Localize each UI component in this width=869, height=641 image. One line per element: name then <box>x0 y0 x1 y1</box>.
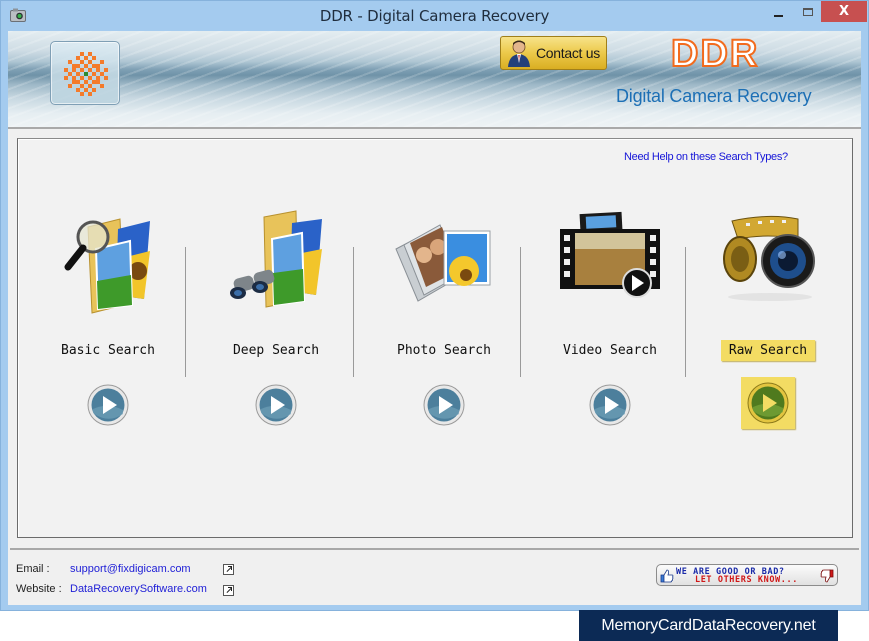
maximize-icon <box>803 7 813 16</box>
folder-binoculars-icon <box>230 210 322 308</box>
email-link[interactable]: support@fixdigicam.com <box>70 563 191 575</box>
banner-divider <box>8 127 861 129</box>
photo-stack-icon <box>395 224 491 302</box>
support-person-icon <box>508 40 530 67</box>
open-website-icon[interactable] <box>223 585 234 596</box>
play-button-deep[interactable] <box>255 384 297 426</box>
title-bar[interactable]: DDR - Digital Camera Recovery X <box>1 1 868 31</box>
film-camera-lens-icon <box>723 215 815 301</box>
window-title: DDR - Digital Camera Recovery <box>319 7 550 25</box>
product-name: Digital Camera Recovery <box>616 86 812 106</box>
app-window: DDR - Digital Camera Recovery X Contact … <box>0 0 869 611</box>
thumbs-down-icon <box>820 569 834 583</box>
search-types-panel: Need Help on these Search Types? Basic S… <box>17 138 853 538</box>
brand-logo: DDR <box>670 32 760 76</box>
folder-magnifier-icon <box>64 218 150 314</box>
contact-us-button[interactable]: Contact us <box>500 36 607 70</box>
footer-divider <box>10 548 859 550</box>
play-button-basic[interactable] <box>87 384 129 426</box>
thumbs-up-icon <box>660 569 674 583</box>
column-divider <box>185 247 186 377</box>
search-option-label: Deep Search <box>232 343 320 358</box>
minimize-icon <box>773 14 783 17</box>
search-option-label: Photo Search <box>397 343 491 358</box>
search-option-label: Basic Search <box>61 343 155 358</box>
app-logo <box>50 41 120 105</box>
website-label: Website : <box>16 583 62 595</box>
video-film-icon <box>560 211 660 298</box>
raw-search-highlight: Raw Search <box>720 340 816 361</box>
column-divider <box>520 247 521 377</box>
website-link[interactable]: DataRecoverySoftware.com <box>70 583 207 595</box>
watermark-banner: MemoryCardDataRecovery.net <box>579 610 838 641</box>
email-label: Email : <box>16 563 50 575</box>
open-email-icon[interactable] <box>223 564 234 575</box>
search-option-label: Video Search <box>563 343 657 358</box>
minimize-button[interactable] <box>764 1 792 22</box>
search-option-label: Raw Search <box>684 340 852 361</box>
close-button[interactable]: X <box>821 1 867 22</box>
search-option-photo: Photo Search <box>360 199 528 439</box>
client-area: Contact us DDR Digital Camera Recovery N… <box>8 31 861 605</box>
search-option-raw: Raw Search <box>684 199 852 439</box>
close-icon: X <box>838 4 850 19</box>
contact-us-label: Contact us <box>536 45 600 61</box>
play-button-raw[interactable] <box>741 377 795 429</box>
column-divider <box>353 247 354 377</box>
help-search-types-link[interactable]: Need Help on these Search Types? <box>624 151 788 163</box>
play-button-video[interactable] <box>589 384 631 426</box>
header-banner: Contact us DDR Digital Camera Recovery <box>8 31 861 127</box>
rating-line2: LET OTHERS KNOW... <box>695 575 798 585</box>
play-icon <box>747 382 789 424</box>
search-option-video: Video Search <box>526 199 694 439</box>
search-option-deep: Deep Search <box>192 199 360 439</box>
rate-us-button[interactable]: WE ARE GOOD OR BAD? LET OTHERS KNOW... <box>656 564 838 586</box>
maximize-button[interactable] <box>795 1 821 22</box>
ddr-pixel-logo-icon <box>64 52 108 96</box>
search-option-basic: Basic Search <box>24 199 192 439</box>
play-button-photo[interactable] <box>423 384 465 426</box>
